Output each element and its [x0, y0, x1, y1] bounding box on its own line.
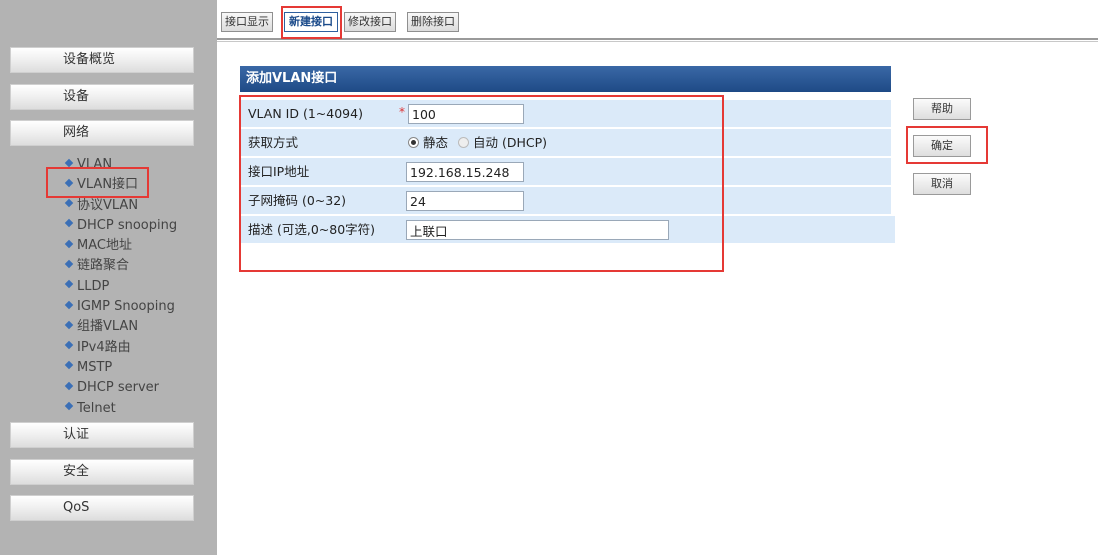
- nav-device-overview[interactable]: 设备概览: [10, 47, 194, 73]
- sidebar-item-igmp-snooping[interactable]: IGMP Snooping: [64, 297, 177, 317]
- tab-interface-display[interactable]: 接口显示: [221, 12, 273, 32]
- tab-bar-divider-light: [217, 41, 1098, 42]
- radio-checked-icon[interactable]: [408, 137, 419, 148]
- radio-unchecked-icon[interactable]: [458, 137, 469, 148]
- diamond-bullet-icon: [64, 239, 74, 248]
- confirm-button[interactable]: 确定: [913, 135, 971, 157]
- tab-bar: 接口显示 新建接口 修改接口 删除接口: [217, 0, 1098, 44]
- diamond-bullet-icon: [64, 259, 74, 269]
- form-row-description: 描述 (可选,0~80字符): [240, 216, 895, 244]
- diamond-bullet-icon: [64, 198, 74, 208]
- form-row-vlan-id: VLAN ID (1~4094) *: [240, 100, 891, 128]
- sidebar: 设备概览 设备 网络 VLAN VLAN接口 协议VLAN DHCP snoop…: [0, 0, 217, 555]
- radio-auto-dhcp[interactable]: 自动 (DHCP): [458, 135, 547, 150]
- diamond-bullet-icon: [64, 340, 74, 350]
- help-button[interactable]: 帮助: [913, 98, 971, 120]
- diamond-bullet-icon: [64, 219, 74, 228]
- nav-qos[interactable]: QoS: [10, 495, 194, 521]
- sidebar-item-dhcp-server[interactable]: DHCP server: [64, 378, 177, 398]
- subnet-mask-input[interactable]: [406, 191, 524, 211]
- nav-authentication[interactable]: 认证: [10, 422, 194, 448]
- tab-modify-interface[interactable]: 修改接口: [344, 12, 396, 32]
- sidebar-item-ipv4-routing[interactable]: IPv4路由: [64, 338, 177, 358]
- diamond-bullet-icon: [64, 401, 74, 411]
- form-row-subnet-mask: 子网掩码 (0~32): [240, 187, 891, 215]
- acquire-method-radio-group: 静态 自动 (DHCP): [408, 129, 547, 157]
- diamond-bullet-icon: [64, 381, 74, 391]
- form-row-ip-address: 接口IP地址: [240, 158, 891, 186]
- tab-bar-divider: [217, 38, 1098, 40]
- radio-static[interactable]: 静态: [408, 135, 448, 150]
- tab-delete-interface[interactable]: 删除接口: [407, 12, 459, 32]
- sidebar-item-vlan-interface[interactable]: VLAN接口: [64, 175, 177, 195]
- diamond-bullet-icon: [64, 158, 74, 167]
- sidebar-item-protocol-vlan[interactable]: 协议VLAN: [64, 196, 177, 216]
- diamond-bullet-icon: [64, 280, 74, 289]
- network-submenu: VLAN VLAN接口 协议VLAN DHCP snooping MAC地址 链…: [64, 155, 177, 419]
- nav-network[interactable]: 网络: [10, 120, 194, 146]
- nav-device[interactable]: 设备: [10, 84, 194, 110]
- vlan-id-label: VLAN ID (1~4094): [248, 106, 363, 121]
- sidebar-item-lldp[interactable]: LLDP: [64, 277, 177, 297]
- diamond-bullet-icon: [64, 361, 74, 370]
- sidebar-item-multicast-vlan[interactable]: 组播VLAN: [64, 317, 177, 337]
- required-mark: *: [399, 105, 405, 119]
- diamond-bullet-icon: [64, 178, 74, 188]
- ip-address-label: 接口IP地址: [248, 164, 310, 179]
- acquire-method-label: 获取方式: [248, 135, 299, 150]
- ip-address-input[interactable]: [406, 162, 524, 182]
- app-window: 设备概览 设备 网络 VLAN VLAN接口 协议VLAN DHCP snoop…: [0, 0, 1098, 555]
- sidebar-item-mac-address[interactable]: MAC地址: [64, 236, 177, 256]
- diamond-bullet-icon: [64, 300, 74, 309]
- sidebar-item-link-aggregation[interactable]: 链路聚合: [64, 256, 177, 276]
- description-input[interactable]: [406, 220, 669, 240]
- sidebar-item-vlan[interactable]: VLAN: [64, 155, 177, 175]
- cancel-button[interactable]: 取消: [913, 173, 971, 195]
- diamond-bullet-icon: [64, 320, 74, 330]
- subnet-mask-label: 子网掩码 (0~32): [248, 193, 347, 208]
- sidebar-item-mstp[interactable]: MSTP: [64, 358, 177, 378]
- vlan-id-input[interactable]: [408, 104, 524, 124]
- form-panel-title: 添加VLAN接口: [240, 66, 891, 92]
- nav-security[interactable]: 安全: [10, 459, 194, 485]
- sidebar-item-telnet[interactable]: Telnet: [64, 399, 177, 419]
- form-row-acquire-method: 获取方式 静态 自动 (DHCP): [240, 129, 891, 157]
- description-label: 描述 (可选,0~80字符): [248, 222, 376, 237]
- tab-new-interface[interactable]: 新建接口: [284, 12, 338, 32]
- sidebar-item-dhcp-snooping[interactable]: DHCP snooping: [64, 216, 177, 236]
